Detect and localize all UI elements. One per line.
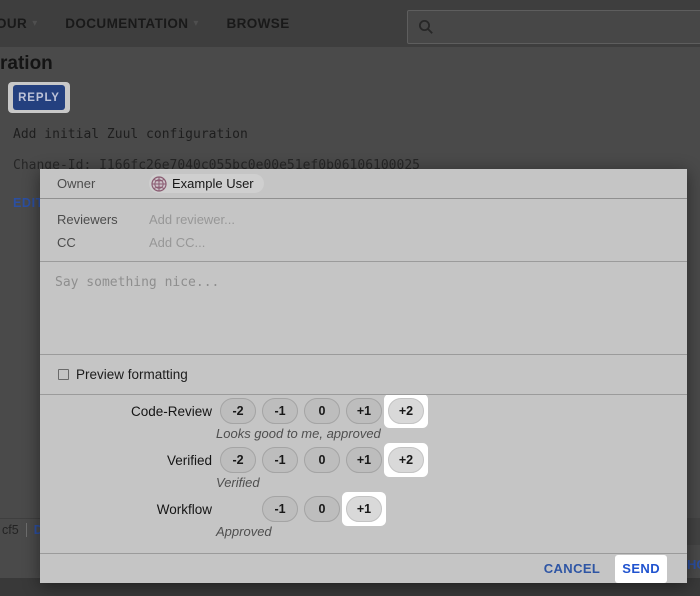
vote-highlight-box: +1: [346, 496, 382, 522]
vote-button-verified--1[interactable]: -1: [262, 447, 298, 473]
cc-label: CC: [57, 235, 149, 250]
cancel-button[interactable]: CANCEL: [544, 561, 601, 576]
background-link-fragment[interactable]: HO: [687, 557, 700, 572]
preview-checkbox[interactable]: [58, 369, 69, 380]
score-line: Verified -2-10+1+2: [40, 446, 687, 474]
commit-subject: Add initial Zuul configuration: [13, 127, 248, 142]
search-icon: [418, 19, 434, 35]
vote-slot: 0: [304, 447, 340, 473]
score-description: Approved: [216, 524, 687, 539]
reply-button-highlight: REPLY: [8, 82, 70, 113]
dialog-footer: CANCEL SEND: [40, 553, 687, 583]
top-navbar: OUR ▾ DOCUMENTATION ▾ BROWSE: [0, 0, 700, 47]
score-section: Code-Review-2-10+1+2Looks good to me, ap…: [40, 395, 687, 553]
vote-slot: +1: [346, 447, 382, 473]
reply-dialog: Owner Example User Reviewers Add reviewe…: [40, 169, 687, 583]
vote-slot: 0: [304, 398, 340, 424]
message-placeholder: Say something nice...: [55, 275, 219, 290]
message-textarea[interactable]: Say something nice...: [40, 262, 687, 355]
score-row-verified: Verified -2-10+1+2 Verified: [40, 446, 687, 490]
vote-button-verified-+2[interactable]: +2: [388, 447, 424, 473]
vote-slot: -2: [220, 398, 256, 424]
divider: [26, 523, 27, 537]
vote-highlight-box: +2: [388, 398, 424, 424]
vote-button-workflow--1[interactable]: -1: [262, 496, 298, 522]
vote-slots: -10+1: [262, 496, 388, 522]
vote-button-code-review--2[interactable]: -2: [220, 398, 256, 424]
score-description: Verified: [216, 475, 687, 490]
add-reviewer-input[interactable]: Add reviewer...: [149, 212, 235, 227]
nav-item-label: DOCUMENTATION: [65, 16, 188, 31]
score-label: Code-Review: [40, 404, 212, 419]
nav-item-label: OUR: [0, 16, 27, 31]
nav-item-documentation[interactable]: DOCUMENTATION ▾: [65, 16, 198, 31]
nav-item-label: BROWSE: [226, 16, 289, 31]
send-button-highlight: SEND: [615, 555, 667, 583]
vote-button-verified-+1[interactable]: +1: [346, 447, 382, 473]
score-line: Code-Review -2-10+1+2: [40, 397, 687, 425]
vote-button-code-review-+1[interactable]: +1: [346, 398, 382, 424]
vote-slot: -2: [220, 447, 256, 473]
avatar: [151, 176, 167, 192]
vote-highlight-box: +2: [388, 447, 424, 473]
preview-label: Preview formatting: [76, 367, 188, 382]
vote-slot: 0: [304, 496, 340, 522]
reply-button[interactable]: REPLY: [13, 85, 65, 110]
nav-item-browse[interactable]: BROWSE: [226, 16, 289, 31]
search-box[interactable]: [407, 10, 700, 44]
vote-button-verified-0[interactable]: 0: [304, 447, 340, 473]
owner-label: Owner: [57, 176, 149, 191]
vote-slots: -2-10+1+2: [220, 447, 430, 473]
score-label: Verified: [40, 453, 212, 468]
score-description: Looks good to me, approved: [216, 426, 687, 441]
caret-down-icon: ▾: [193, 19, 198, 29]
screen: OUR ▾ DOCUMENTATION ▾ BROWSE ration REPLY Ad…: [0, 0, 700, 596]
vote-slot: -1: [262, 496, 298, 522]
file-bar: cf5 D: [2, 523, 43, 537]
reviewers-label: Reviewers: [57, 212, 149, 227]
cc-row: CC Add CC...: [57, 231, 687, 254]
score-row-code-review: Code-Review -2-10+1+2 Looks good to me, ap…: [40, 397, 687, 441]
owner-chip-name: Example User: [172, 176, 254, 191]
send-button[interactable]: SEND: [622, 561, 660, 576]
vote-button-code-review--1[interactable]: -1: [262, 398, 298, 424]
vote-button-verified--2[interactable]: -2: [220, 447, 256, 473]
score-label: Workflow: [40, 502, 212, 517]
vote-button-code-review-+2[interactable]: +2: [388, 398, 424, 424]
reviewers-row: Reviewers Add reviewer...: [57, 208, 687, 231]
vote-button-code-review-0[interactable]: 0: [304, 398, 340, 424]
people-section: Reviewers Add reviewer... CC Add CC...: [40, 199, 687, 262]
vote-slot: -1: [262, 447, 298, 473]
owner-chip[interactable]: Example User: [149, 174, 264, 193]
vote-button-workflow-0[interactable]: 0: [304, 496, 340, 522]
vote-button-workflow-+1[interactable]: +1: [346, 496, 382, 522]
nav-item-our[interactable]: OUR ▾: [0, 16, 37, 31]
owner-row: Owner Example User: [40, 169, 687, 199]
preview-row: Preview formatting: [40, 355, 687, 395]
add-cc-input[interactable]: Add CC...: [149, 235, 205, 250]
score-row-workflow: Workflow -10+1 Approved: [40, 495, 687, 539]
page-title: ration: [0, 53, 53, 75]
score-line: Workflow -10+1: [40, 495, 687, 523]
vote-slot: -1: [262, 398, 298, 424]
nav-menu: OUR ▾ DOCUMENTATION ▾ BROWSE: [0, 0, 318, 47]
caret-down-icon: ▾: [32, 19, 37, 29]
commit-sha-fragment: cf5: [2, 523, 19, 537]
vote-slots: -2-10+1+2: [220, 398, 430, 424]
vote-slot: +1: [346, 398, 382, 424]
